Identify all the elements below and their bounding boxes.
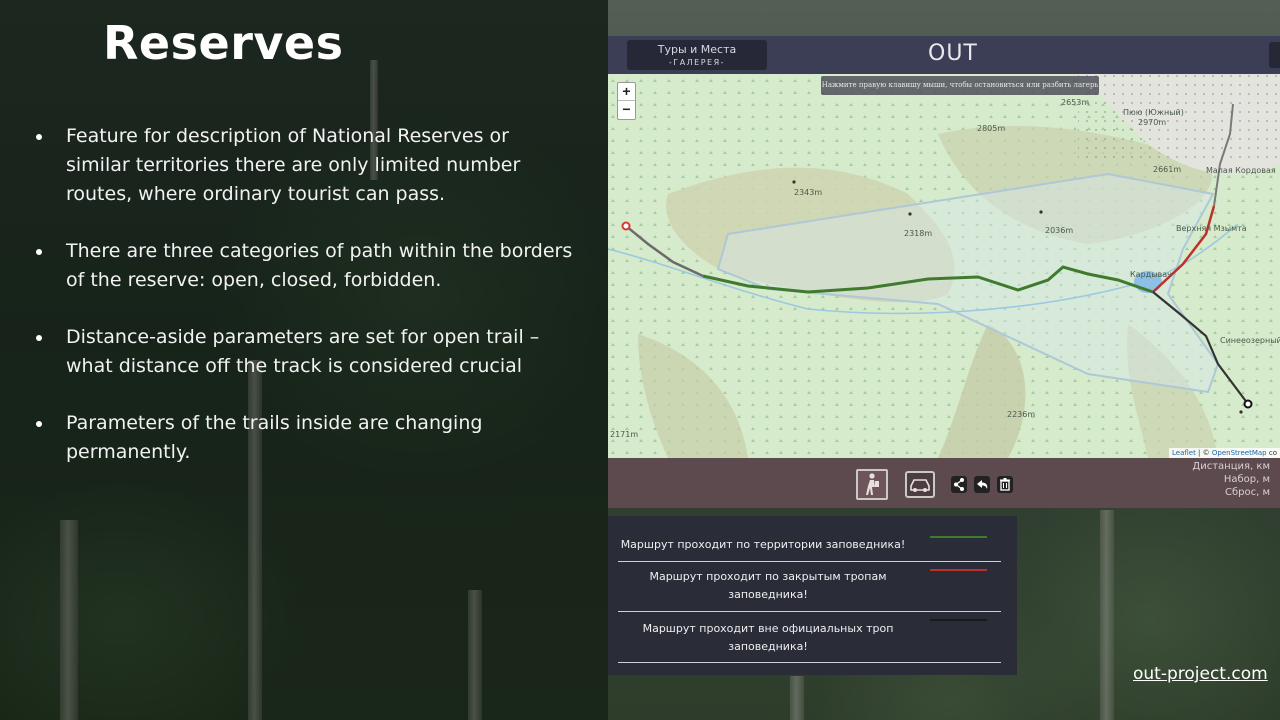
place-label: Верхняя Мзымта (1176, 224, 1247, 233)
map-hint-tooltip: Нажмите правую клавишу мыши, чтобы остан… (821, 76, 1099, 95)
app-logo: OUT (928, 41, 978, 66)
stat-distance-label: Дистанция, км (1192, 461, 1270, 472)
legend-row-offtrail: Маршрут проходит вне официальных троп за… (618, 612, 1001, 663)
header-menu-button[interactable] (1269, 42, 1280, 68)
elevation-label: 2171m (610, 430, 639, 439)
bullet-dot-icon (36, 249, 42, 255)
car-icon (910, 479, 930, 492)
share-icon (954, 478, 964, 491)
bullet-item: Distance-aside parameters are set for op… (36, 323, 576, 381)
map-view[interactable]: Нажмите правую клавишу мыши, чтобы остан… (608, 74, 1280, 458)
elevation-label: 2970m (1138, 118, 1167, 127)
stat-descent-label: Сброс, м (1224, 487, 1270, 498)
bullet-list: Feature for description of National Rese… (36, 122, 576, 495)
elevation-label: 2805m (977, 124, 1006, 133)
elevation-label: 2236m (1007, 410, 1036, 419)
bullet-item: Parameters of the trails inside are chan… (36, 409, 576, 467)
gallery-label: -ГАЛЕРЕЯ- (668, 58, 726, 67)
hiker-mode-button[interactable] (856, 469, 888, 500)
slide-title: Reserves (103, 16, 344, 70)
hiker-icon (866, 473, 879, 495)
legend-line-black (930, 619, 987, 621)
osm-link[interactable]: OpenStreetMap (1212, 449, 1267, 457)
elevation-label: 2343m (794, 188, 823, 197)
place-label: Синееозерный (1220, 336, 1280, 345)
footer-website-link[interactable]: out-project.com (1133, 664, 1268, 684)
map-attribution: Leaflet | © OpenStreetMap co (1168, 448, 1280, 458)
delete-button[interactable] (997, 476, 1013, 493)
legend-text: Маршрут проходит по закрытым тропам запо… (649, 570, 887, 601)
zoom-in-button[interactable]: + (618, 83, 635, 101)
route-stats: Дистанция, км Набор, м Сброс, м (1192, 460, 1270, 499)
bullet-dot-icon (36, 134, 42, 140)
tours-label: Туры и Места (657, 43, 737, 56)
route-toolbar: Дистанция, км Набор, м Сброс, м (608, 458, 1280, 508)
leaflet-link[interactable]: Leaflet (1172, 449, 1196, 457)
route-legend: Маршрут проходит по территории заповедни… (608, 516, 1017, 675)
stat-ascent-label: Набор, м (1223, 474, 1270, 485)
trash-icon (1000, 478, 1010, 491)
tours-places-button[interactable]: Туры и Места -ГАЛЕРЕЯ- (627, 40, 767, 70)
app-screenshot: Туры и Места -ГАЛЕРЕЯ- OUT Нажмите праву… (608, 36, 1280, 508)
legend-line-red (930, 569, 987, 571)
legend-row-closed: Маршрут проходит по закрытым тропам запо… (618, 562, 1001, 612)
undo-button[interactable] (974, 476, 990, 493)
legend-text: Маршрут проходит по территории заповедни… (620, 538, 906, 551)
app-header: Туры и Места -ГАЛЕРЕЯ- OUT (608, 36, 1280, 74)
zoom-control: + − (617, 82, 636, 120)
elevation-label: 2318m (904, 229, 933, 238)
place-label: Кардывач (1130, 270, 1172, 279)
bullet-dot-icon (36, 421, 42, 427)
map-canvas (608, 74, 1280, 458)
zoom-out-button[interactable]: − (618, 101, 635, 119)
car-mode-button[interactable] (905, 471, 935, 498)
elevation-label: 2036m (1045, 226, 1074, 235)
elevation-label: 2661m (1153, 165, 1182, 174)
undo-icon (977, 480, 988, 489)
bullet-item: There are three categories of path withi… (36, 237, 576, 295)
bullet-dot-icon (36, 335, 42, 341)
legend-line-green (930, 536, 987, 538)
place-label: Малая Кордовая (1206, 166, 1276, 175)
legend-row-open: Маршрут проходит по территории заповедни… (618, 526, 1001, 562)
elevation-label: 2653m (1061, 98, 1090, 107)
legend-text: Маршрут проходит вне официальных троп за… (642, 622, 894, 653)
share-button[interactable] (951, 476, 967, 493)
place-label: Пюю (Южный) (1123, 108, 1184, 117)
bullet-item: Feature for description of National Rese… (36, 122, 576, 209)
